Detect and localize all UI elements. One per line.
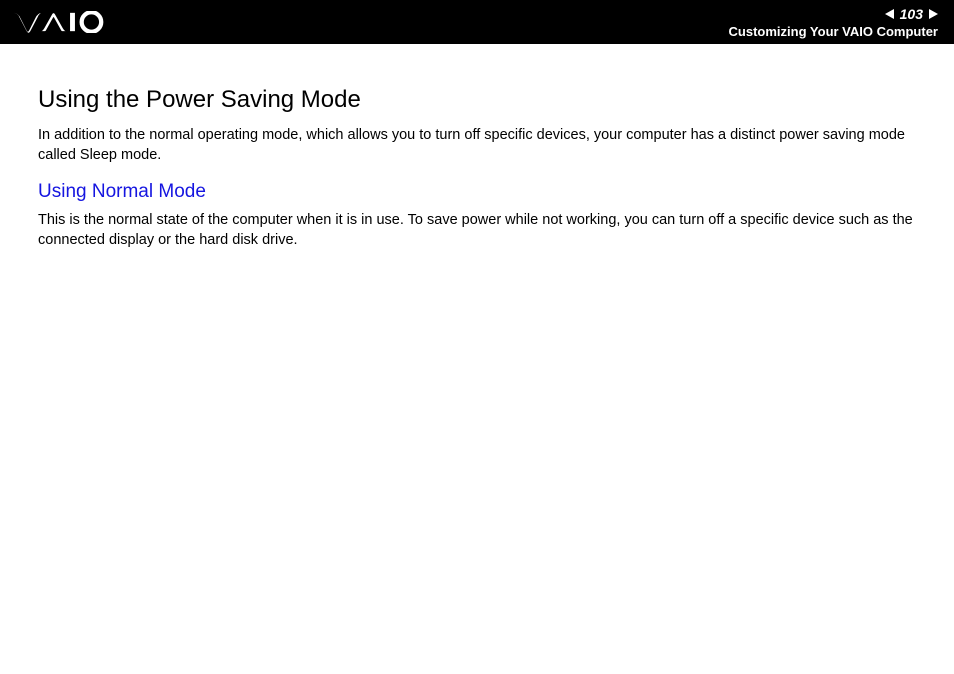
- sub-heading: Using Normal Mode: [38, 181, 916, 203]
- page-content: Using the Power Saving Mode In addition …: [0, 44, 954, 250]
- document-header: 103 Customizing Your VAIO Computer: [0, 0, 954, 44]
- page-navigation: 103: [729, 6, 938, 22]
- section-name: Customizing Your VAIO Computer: [729, 24, 938, 39]
- main-heading: Using the Power Saving Mode: [38, 86, 916, 114]
- nav-next-icon[interactable]: [929, 9, 938, 19]
- page-number: 103: [898, 6, 925, 22]
- header-right: 103 Customizing Your VAIO Computer: [729, 6, 942, 39]
- vaio-logo: [12, 0, 110, 44]
- body-paragraph: This is the normal state of the computer…: [38, 211, 916, 250]
- intro-paragraph: In addition to the normal operating mode…: [38, 126, 916, 165]
- nav-prev-icon[interactable]: [885, 9, 894, 19]
